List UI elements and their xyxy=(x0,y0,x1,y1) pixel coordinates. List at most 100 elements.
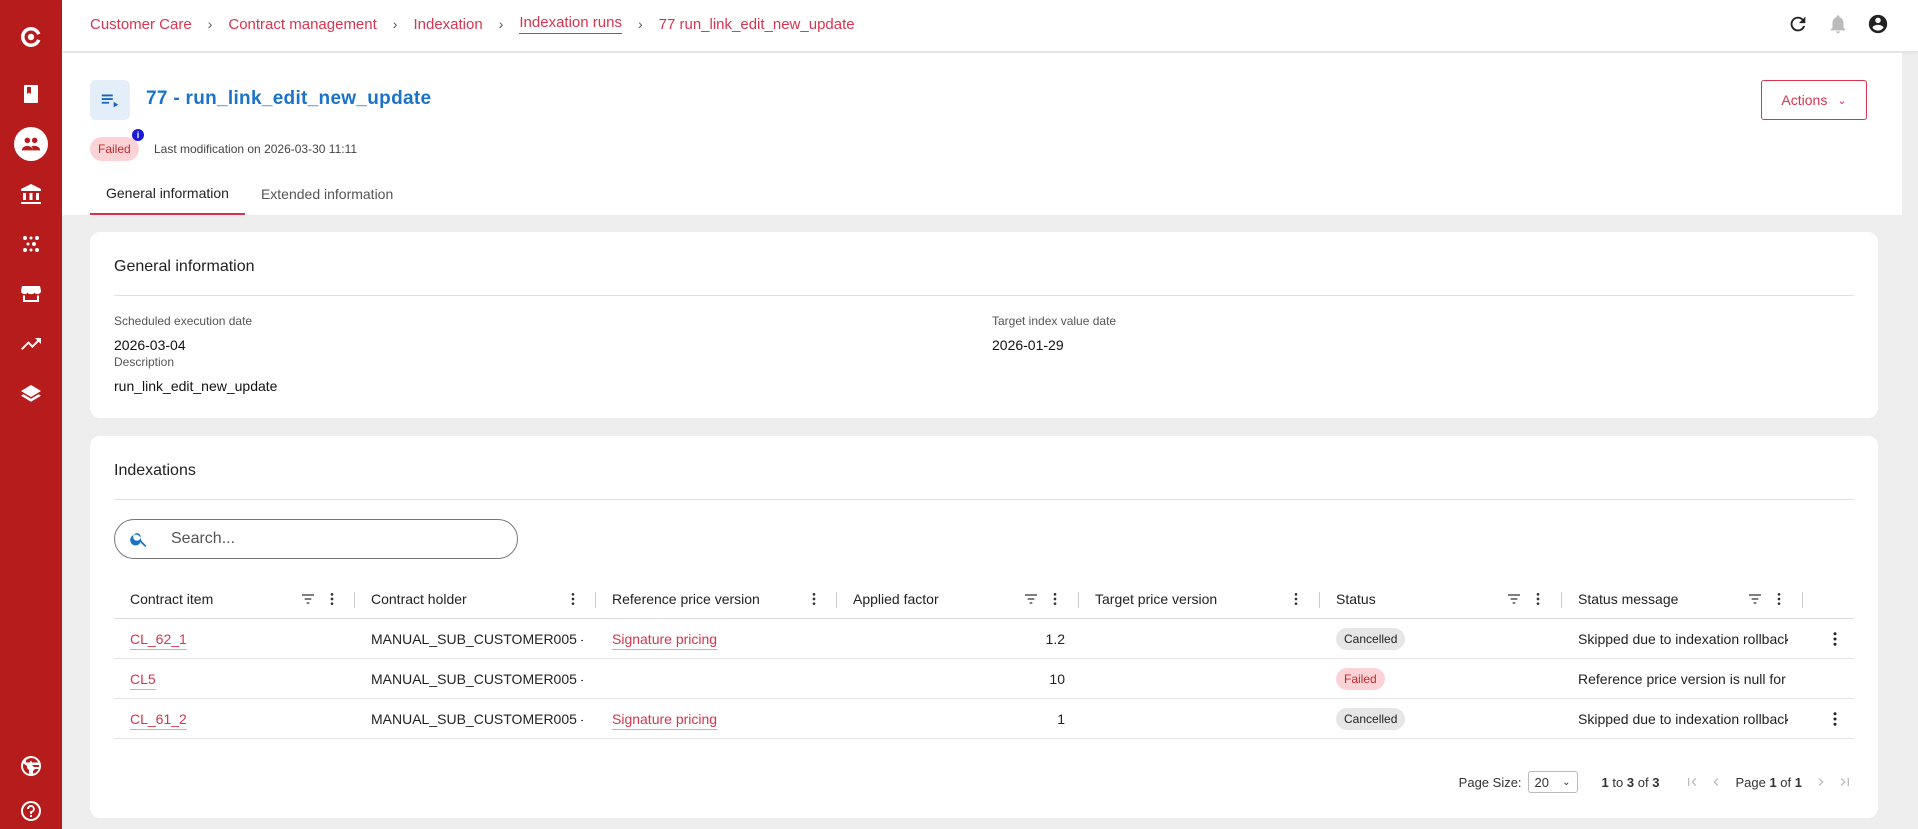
page-indicator-text: Page 1 of 1 xyxy=(1735,774,1802,790)
description-value: run_link_edit_new_update xyxy=(114,378,278,394)
more-vert-icon[interactable] xyxy=(806,591,822,607)
more-vert-icon[interactable] xyxy=(1530,591,1546,607)
last-modification-text: Last modification on 2026-03-30 11:11 xyxy=(154,142,358,156)
contract-holder-cell: MANUAL_SUB_CUSTOMER005 - xyxy=(371,711,583,727)
contract-item-link[interactable]: CL_61_2 xyxy=(130,711,187,727)
column-header-reference-price-version[interactable]: Reference price version xyxy=(612,579,760,619)
column-header-applied-factor[interactable]: Applied factor xyxy=(853,579,939,619)
applied-factor-cell: 10 xyxy=(1049,671,1065,687)
breadcrumb-indexation[interactable]: Indexation xyxy=(413,16,482,33)
store-icon[interactable] xyxy=(16,279,46,309)
more-vert-icon[interactable] xyxy=(1047,591,1063,607)
tabs: General information Extended information xyxy=(90,173,409,215)
chevron-right-icon: › xyxy=(392,16,398,32)
more-vert-icon[interactable] xyxy=(1771,591,1787,607)
row-menu-icon[interactable] xyxy=(1826,710,1844,728)
column-separator[interactable] xyxy=(836,592,837,608)
status-message-cell: Reference price version is null for xyxy=(1578,671,1786,687)
more-vert-icon[interactable] xyxy=(324,591,340,607)
status-pill: Failed xyxy=(1336,668,1385,690)
filter-icon[interactable] xyxy=(1747,591,1763,607)
chevron-right-icon: › xyxy=(637,16,643,32)
network-dots-icon[interactable] xyxy=(16,229,46,259)
column-separator[interactable] xyxy=(1561,592,1562,608)
breadcrumb-contract-management[interactable]: Contract management xyxy=(228,16,376,33)
refresh-icon[interactable] xyxy=(1786,12,1810,36)
column-header-status-message[interactable]: Status message xyxy=(1578,579,1678,619)
indexations-card: Indexations Contract item Contract holde… xyxy=(90,436,1878,818)
page-title: 77 - run_link_edit_new_update xyxy=(146,88,432,109)
search-input[interactable] xyxy=(171,530,471,548)
reference-price-version-link[interactable]: Signature pricing xyxy=(612,631,717,647)
column-header-contract-holder[interactable]: Contract holder xyxy=(371,579,467,619)
topbar-actions xyxy=(1786,12,1890,36)
pagination: Page Size: 20 ⌄ 1 to 3 of 3 Page 1 of 1 xyxy=(1459,771,1854,793)
sidebar xyxy=(0,0,62,829)
contract-item-link[interactable]: CL_62_1 xyxy=(130,631,187,647)
tab-extended-information[interactable]: Extended information xyxy=(245,173,409,215)
column-header-contract-item[interactable]: Contract item xyxy=(130,579,213,619)
page-size-select[interactable]: 20 ⌄ xyxy=(1527,771,1578,793)
table-row[interactable]: CL5 MANUAL_SUB_CUSTOMER005 - 10 Failed R… xyxy=(114,659,1854,699)
status-message-cell: Skipped due to indexation rollback xyxy=(1578,711,1788,727)
reference-price-version-link[interactable]: Signature pricing xyxy=(612,711,717,727)
tab-general-information[interactable]: General information xyxy=(90,173,245,215)
breadcrumb-indexation-runs[interactable]: Indexation runs xyxy=(519,14,622,34)
first-page-icon[interactable] xyxy=(1683,773,1701,791)
scheduled-execution-value: 2026-03-04 xyxy=(114,337,186,353)
notification-bell-icon[interactable] xyxy=(1826,12,1850,36)
language-globe-icon[interactable] xyxy=(16,751,46,781)
account-circle-icon[interactable] xyxy=(1866,12,1890,36)
search-box xyxy=(114,519,518,559)
trending-up-icon[interactable] xyxy=(16,329,46,359)
next-page-icon[interactable] xyxy=(1812,773,1830,791)
table-row[interactable]: CL_61_2 MANUAL_SUB_CUSTOMER005 - Signatu… xyxy=(114,699,1854,739)
table-row[interactable]: CL_62_1 MANUAL_SUB_CUSTOMER005 - Signatu… xyxy=(114,619,1854,659)
page-header: 77 - run_link_edit_new_update Actions ⌄ … xyxy=(62,53,1902,215)
contract-item-link[interactable]: CL5 xyxy=(130,671,156,687)
column-separator[interactable] xyxy=(1319,592,1320,608)
contract-holder-cell: MANUAL_SUB_CUSTOMER005 - xyxy=(371,631,583,647)
customer-care-icon[interactable] xyxy=(14,127,48,161)
contracts-book-icon[interactable] xyxy=(16,79,46,109)
chevron-down-icon: ⌄ xyxy=(1562,776,1571,788)
column-separator[interactable] xyxy=(595,592,596,608)
layers-icon[interactable] xyxy=(16,379,46,409)
topbar: Customer Care › Contract management › In… xyxy=(62,0,1918,52)
target-index-date-label: Target index value date xyxy=(992,314,1117,328)
column-header-status[interactable]: Status xyxy=(1336,579,1376,619)
more-vert-icon[interactable] xyxy=(565,591,581,607)
actions-button[interactable]: Actions ⌄ xyxy=(1761,80,1867,120)
contract-holder-cell: MANUAL_SUB_CUSTOMER005 - xyxy=(371,671,583,687)
breadcrumb-customer-care[interactable]: Customer Care xyxy=(90,16,192,33)
filter-icon[interactable] xyxy=(1023,591,1039,607)
card-title: General information xyxy=(114,258,255,275)
card-title: Indexations xyxy=(114,462,196,479)
status-pill: Cancelled xyxy=(1336,628,1406,650)
bank-icon[interactable] xyxy=(16,179,46,209)
actions-button-label: Actions xyxy=(1781,92,1828,108)
status-pill: Cancelled xyxy=(1336,708,1406,730)
chevron-right-icon: › xyxy=(207,16,213,32)
table-header: Contract item Contract holder Reference … xyxy=(114,579,1854,619)
row-menu-icon[interactable] xyxy=(1826,630,1844,648)
divider xyxy=(114,295,1854,296)
help-icon[interactable] xyxy=(16,796,46,826)
row-range-text: 1 to 3 of 3 xyxy=(1601,774,1660,790)
general-information-card: General information Scheduled execution … xyxy=(90,232,1878,418)
playlist-run-icon xyxy=(90,80,130,120)
column-separator[interactable] xyxy=(1078,592,1079,608)
filter-icon[interactable] xyxy=(1506,591,1522,607)
more-vert-icon[interactable] xyxy=(1288,591,1304,607)
applied-factor-cell: 1.2 xyxy=(1045,631,1065,647)
column-separator[interactable] xyxy=(1802,592,1803,608)
target-index-date-value: 2026-01-29 xyxy=(992,337,1064,353)
previous-page-icon[interactable] xyxy=(1707,773,1725,791)
column-separator[interactable] xyxy=(354,592,355,608)
info-icon[interactable]: i xyxy=(132,129,144,141)
app-logo-icon[interactable] xyxy=(16,22,46,52)
last-page-icon[interactable] xyxy=(1836,773,1854,791)
filter-icon[interactable] xyxy=(300,591,316,607)
column-header-target-price-version[interactable]: Target price version xyxy=(1095,579,1217,619)
search-icon xyxy=(130,533,147,547)
